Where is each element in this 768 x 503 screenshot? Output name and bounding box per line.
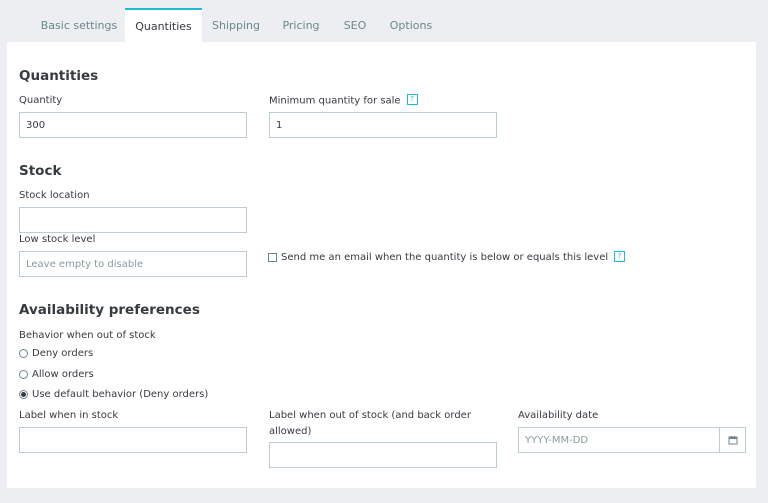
- in-stock-input[interactable]: [19, 427, 247, 453]
- tab-pricing[interactable]: Pricing: [274, 8, 328, 42]
- behavior-label: Behavior when out of stock: [19, 330, 156, 341]
- tab-quantities[interactable]: Quantities: [125, 8, 202, 42]
- availability-date-label: Availability date: [518, 410, 599, 421]
- radio-button-checked[interactable]: [19, 390, 28, 399]
- radio-deny-orders[interactable]: Deny orders: [19, 348, 93, 359]
- quantity-input[interactable]: [19, 112, 247, 138]
- availability-date-input[interactable]: [518, 427, 720, 453]
- min-qty-label-text: Minimum quantity for sale: [269, 95, 401, 107]
- in-stock-label: Label when in stock: [19, 410, 119, 421]
- out-stock-input[interactable]: [269, 442, 497, 468]
- low-stock-email-label: Send me an email when the quantity is be…: [281, 252, 609, 263]
- tab-basic-settings[interactable]: Basic settings: [36, 8, 122, 42]
- tab-seo[interactable]: SEO: [336, 8, 374, 42]
- radio-button[interactable]: [19, 349, 28, 358]
- calendar-icon: [728, 436, 737, 445]
- tab-options[interactable]: Options: [383, 8, 439, 42]
- quantities-panel: Quantities Quantity Minimum quantity for…: [7, 42, 756, 488]
- quantities-title: Quantities: [19, 68, 99, 84]
- stock-location-label: Stock location: [19, 190, 90, 201]
- stock-location-input[interactable]: [19, 207, 247, 233]
- radio-label: Deny orders: [32, 348, 94, 359]
- tab-shipping[interactable]: Shipping: [206, 8, 266, 42]
- availability-title: Availability preferences: [19, 302, 200, 318]
- low-stock-email-checkbox-row[interactable]: Send me an email when the quantity is be…: [268, 251, 626, 263]
- radio-label: Allow orders: [32, 369, 94, 380]
- help-icon[interactable]: ?: [406, 94, 418, 105]
- stock-title: Stock: [19, 163, 62, 179]
- help-icon[interactable]: ?: [614, 251, 626, 262]
- tab-bar: Basic settings Quantities Shipping Prici…: [0, 0, 768, 42]
- radio-button[interactable]: [19, 370, 28, 379]
- radio-label: Use default behavior (Deny orders): [32, 389, 209, 400]
- low-stock-label: Low stock level: [19, 234, 96, 245]
- date-picker-button[interactable]: [720, 427, 746, 453]
- low-stock-input[interactable]: [19, 251, 247, 277]
- quantity-label: Quantity: [19, 95, 63, 106]
- out-stock-label: Label when out of stock (and back order …: [269, 410, 471, 437]
- min-qty-input[interactable]: [269, 112, 497, 138]
- low-stock-email-checkbox[interactable]: [268, 253, 277, 262]
- radio-default-behavior[interactable]: Use default behavior (Deny orders): [19, 389, 208, 400]
- min-qty-label: Minimum quantity for sale?: [269, 94, 418, 107]
- radio-allow-orders[interactable]: Allow orders: [19, 369, 94, 380]
